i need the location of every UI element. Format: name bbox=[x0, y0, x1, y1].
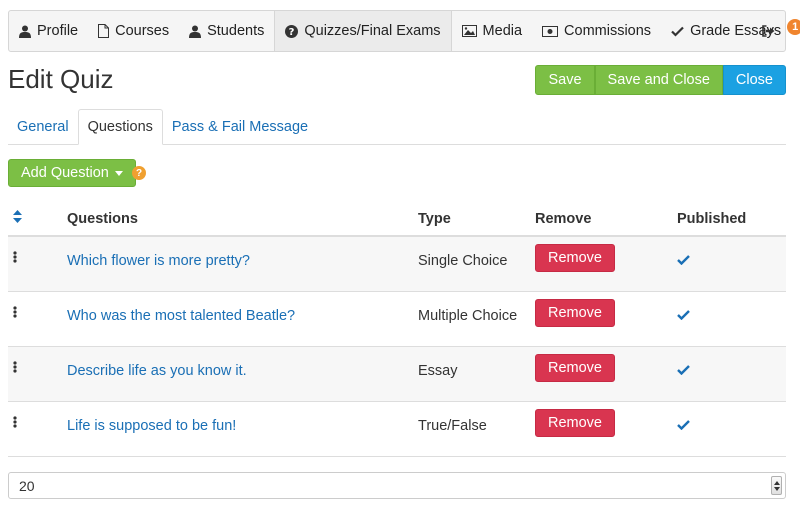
question-type: Multiple Choice bbox=[418, 308, 518, 324]
header-published: Published bbox=[677, 210, 747, 227]
sign-out-icon bbox=[761, 25, 774, 37]
header-questions: Questions bbox=[67, 210, 138, 227]
add-question-button[interactable]: Add Question bbox=[8, 159, 136, 187]
file-icon bbox=[98, 24, 110, 38]
nav-item-students[interactable]: Students bbox=[179, 11, 274, 51]
question-type: Essay bbox=[418, 363, 458, 379]
question-link[interactable]: Describe life as you know it. bbox=[67, 347, 418, 379]
nav-item-commissions[interactable]: Commissions bbox=[532, 11, 661, 51]
action-button-group: Save Save and Close Close bbox=[535, 65, 786, 95]
published-check-icon[interactable] bbox=[677, 347, 786, 379]
tab-general[interactable]: General bbox=[8, 109, 78, 145]
table-header: Questions Type Remove Published bbox=[8, 202, 786, 237]
header-type: Type bbox=[418, 210, 451, 227]
remove-button[interactable]: Remove bbox=[535, 244, 615, 272]
svg-text:?: ? bbox=[289, 27, 295, 38]
remove-button[interactable]: Remove bbox=[535, 409, 615, 437]
nav-item-label: Quizzes/Final Exams bbox=[304, 23, 441, 39]
save-button[interactable]: Save bbox=[535, 65, 595, 95]
question-circle-icon: ? bbox=[285, 24, 299, 38]
remove-button[interactable]: Remove bbox=[535, 354, 615, 382]
table-row: Describe life as you know it. Essay Remo… bbox=[8, 347, 786, 402]
page-size-select[interactable]: 20 bbox=[8, 472, 786, 499]
drag-handle-icon[interactable] bbox=[8, 402, 67, 432]
nav-item-label: Students bbox=[207, 23, 265, 39]
help-icon[interactable]: ? bbox=[132, 166, 146, 180]
tab-bar: General Questions Pass & Fail Message bbox=[8, 109, 786, 145]
nav-item-label: Media bbox=[482, 23, 523, 39]
user-icon bbox=[189, 25, 202, 38]
nav-item-quizzes[interactable]: ? Quizzes/Final Exams bbox=[274, 11, 452, 51]
page-title: Edit Quiz bbox=[8, 64, 114, 94]
user-icon bbox=[19, 25, 31, 38]
top-nav: Profile Courses Students ? Quizzes/Final… bbox=[8, 10, 800, 52]
close-button[interactable]: Close bbox=[722, 65, 786, 95]
published-check-icon[interactable] bbox=[677, 292, 786, 324]
header-remove: Remove bbox=[535, 210, 592, 227]
tab-pass-fail-message[interactable]: Pass & Fail Message bbox=[163, 109, 317, 145]
sort-icon[interactable] bbox=[8, 210, 67, 227]
remove-button[interactable]: Remove bbox=[535, 299, 615, 327]
question-type: True/False bbox=[418, 418, 487, 434]
nav-item-media[interactable]: Media bbox=[452, 11, 533, 51]
drag-handle-icon[interactable] bbox=[8, 292, 67, 322]
table-row: Life is supposed to be fun! True/False R… bbox=[8, 402, 786, 457]
check-icon bbox=[671, 26, 684, 37]
logout-button[interactable] bbox=[751, 11, 785, 51]
select-arrows-icon bbox=[771, 476, 782, 495]
save-and-close-button[interactable]: Save and Close bbox=[594, 65, 723, 95]
table-row: Who was the most talented Beatle? Multip… bbox=[8, 292, 786, 347]
nav-item-label: Courses bbox=[115, 23, 170, 39]
add-question-label: Add Question bbox=[21, 165, 109, 181]
drag-handle-icon[interactable] bbox=[8, 347, 67, 377]
published-check-icon[interactable] bbox=[677, 237, 786, 269]
question-link[interactable]: Which flower is more pretty? bbox=[67, 237, 418, 269]
page-size-value: 20 bbox=[19, 477, 35, 494]
nav-item-label: Commissions bbox=[564, 23, 652, 39]
image-icon bbox=[461, 25, 477, 37]
money-icon bbox=[542, 25, 559, 37]
caret-down-icon bbox=[114, 170, 123, 176]
nav-item-courses[interactable]: Courses bbox=[88, 11, 179, 51]
nav-item-label: Profile bbox=[37, 23, 79, 39]
notification-badge: 1 bbox=[787, 19, 800, 35]
questions-table: Questions Type Remove Published Which fl… bbox=[8, 202, 786, 457]
drag-handle-icon[interactable] bbox=[8, 237, 67, 267]
question-link[interactable]: Life is supposed to be fun! bbox=[67, 402, 418, 434]
tab-questions[interactable]: Questions bbox=[77, 109, 163, 145]
question-link[interactable]: Who was the most talented Beatle? bbox=[67, 292, 418, 324]
published-check-icon[interactable] bbox=[677, 402, 786, 434]
nav-item-profile[interactable]: Profile bbox=[9, 11, 88, 51]
question-type: Single Choice bbox=[418, 253, 508, 269]
table-row: Which flower is more pretty? Single Choi… bbox=[8, 237, 786, 292]
